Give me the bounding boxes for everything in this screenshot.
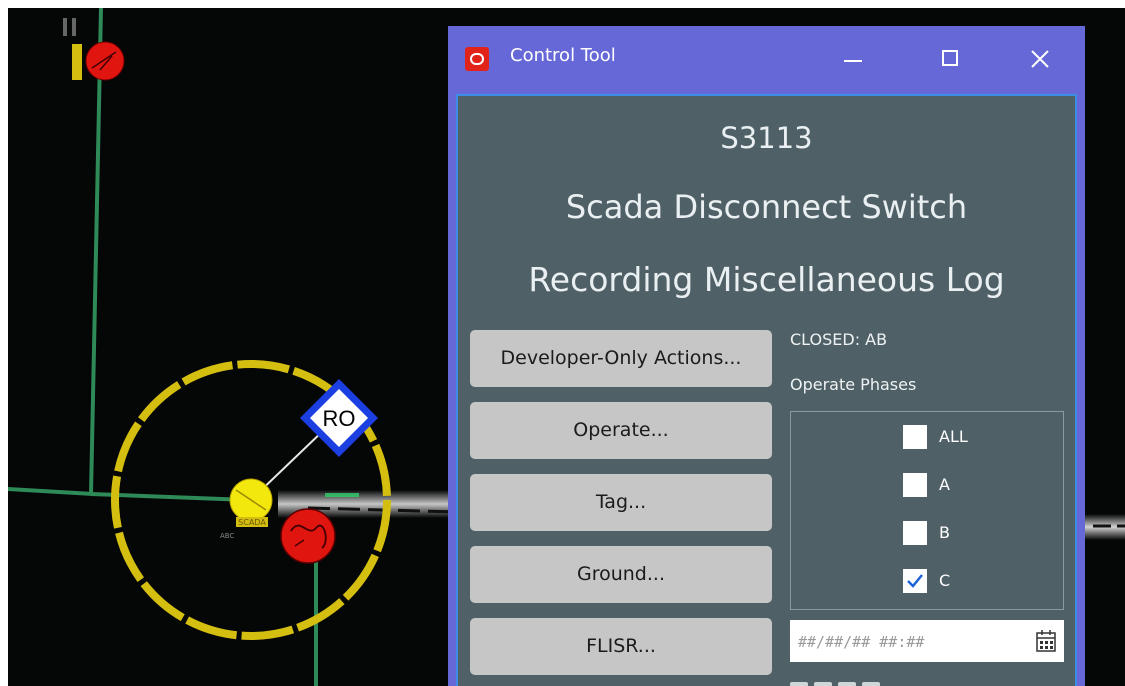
minimize-icon — [844, 60, 862, 62]
breaker-north[interactable] — [72, 41, 125, 81]
calendar-icon[interactable] — [1036, 630, 1056, 652]
device-id: S3113 — [720, 121, 813, 155]
datetime-field[interactable] — [790, 620, 1064, 664]
flisr-button[interactable]: FLISR... — [470, 618, 772, 675]
oracle-icon — [465, 47, 489, 71]
datetime-input[interactable] — [796, 620, 1030, 664]
phase-b-label: B — [939, 523, 950, 542]
switch-scada-tag: SCADA — [238, 518, 266, 527]
phase-c-checkbox[interactable] — [903, 569, 927, 593]
phase-all-label: ALL — [939, 427, 968, 446]
feeder-line-west[interactable] — [8, 487, 94, 496]
control-panel: S3113 Scada Disconnect Switch Recording … — [456, 94, 1077, 686]
device-label-north — [63, 18, 76, 36]
ground-button[interactable]: Ground... — [470, 546, 772, 603]
switch-status: CLOSED: AB — [790, 330, 888, 349]
device-type: Scada Disconnect Switch — [565, 188, 968, 226]
window-title: Control Tool — [510, 45, 616, 66]
close-button[interactable] — [1012, 38, 1068, 80]
operate-button[interactable]: Operate... — [470, 402, 772, 459]
title-bar[interactable]: Control Tool — [448, 26, 1085, 92]
phase-c-label: C — [939, 571, 951, 590]
tag-button[interactable]: Tag... — [470, 474, 772, 531]
mode-label: Recording Miscellaneous Log — [528, 260, 1005, 299]
maximize-button[interactable] — [922, 38, 978, 80]
feeder-line-vertical[interactable] — [89, 8, 103, 495]
ro-marker[interactable]: RO — [300, 379, 378, 457]
phase-a-checkbox[interactable] — [903, 473, 927, 497]
checkmark-icon — [907, 574, 923, 588]
phase-a-label: A — [939, 475, 950, 494]
ro-marker-label: RO — [323, 406, 356, 431]
switch-phase-tag: ABC — [220, 532, 234, 540]
maximize-icon — [942, 50, 958, 66]
control-tool-window[interactable]: Control Tool S3113 Scada Disconnect Swit… — [448, 26, 1085, 686]
phase-all-option[interactable]: ALL — [903, 423, 1003, 451]
developer-actions-button[interactable]: Developer-Only Actions... — [470, 330, 772, 387]
clipped-content — [790, 676, 930, 686]
phase-all-checkbox[interactable] — [903, 425, 927, 449]
phase-selector: ALL A B C — [790, 411, 1064, 610]
green-tag — [325, 493, 359, 497]
phase-a-option[interactable]: A — [903, 471, 1003, 499]
phase-b-checkbox[interactable] — [903, 521, 927, 545]
phase-b-option[interactable]: B — [903, 519, 1003, 547]
operate-phases-label: Operate Phases — [790, 375, 917, 394]
phase-c-option[interactable]: C — [903, 567, 1003, 595]
minimize-button[interactable] — [824, 38, 880, 80]
close-icon — [1031, 50, 1049, 68]
selected-switch-s3113[interactable]: SCADA ABC — [220, 478, 273, 540]
breaker-south[interactable] — [280, 508, 336, 564]
